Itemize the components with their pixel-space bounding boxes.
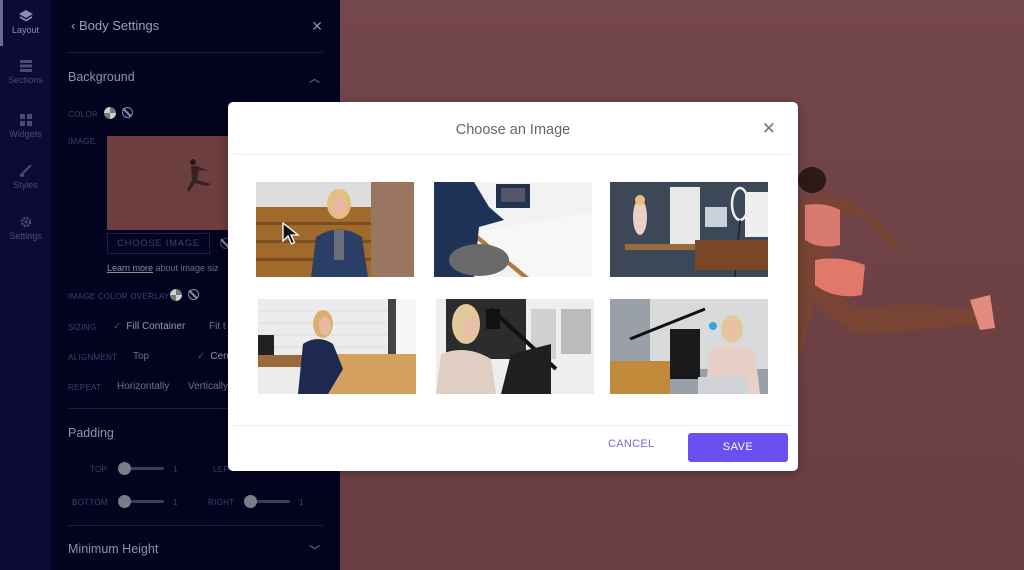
brush-icon (19, 165, 32, 177)
slider-thumb[interactable] (118, 462, 131, 475)
image-option-4[interactable] (258, 299, 416, 394)
save-button[interactable]: SAVE (688, 433, 788, 462)
section-divider (68, 525, 323, 526)
runner-thumbnail-icon (187, 159, 211, 192)
mouse-cursor-icon (282, 222, 300, 245)
cancel-button[interactable]: CANCEL (608, 438, 654, 450)
padding-section-title: Padding (68, 426, 114, 440)
image-option-3[interactable] (610, 182, 768, 277)
background-image-preview[interactable] (107, 136, 237, 230)
rail-item-widgets[interactable]: Widgets (0, 114, 51, 139)
image-option-2[interactable] (434, 182, 592, 277)
learn-more-text: Learn more about image siz (107, 263, 219, 273)
image-thumbnail-3 (610, 182, 768, 277)
sizing-option-fill[interactable]: ✓ Fill Container (113, 321, 185, 332)
image-thumbnail-4 (258, 299, 416, 394)
runner-background-image (790, 167, 995, 360)
padding-bottom-value: 1 (173, 498, 178, 507)
slider-thumb[interactable] (244, 495, 257, 508)
alignment-option-center[interactable]: ✓ Cen (197, 351, 229, 362)
learn-more-link[interactable]: Learn more (107, 263, 153, 273)
image-thumbnail-1 (256, 182, 414, 277)
repeat-option-horizontally[interactable]: Horizontally (117, 381, 169, 392)
padding-top-value: 1 (173, 465, 178, 474)
padding-right-value: 1 (299, 498, 304, 507)
color-picker-icon[interactable] (104, 107, 116, 119)
gear-icon (20, 216, 31, 228)
padding-top-slider[interactable] (118, 462, 164, 475)
padding-left-label: LEF (213, 465, 229, 474)
alignment-label: ALIGNMENT (68, 353, 118, 362)
choose-image-modal: Choose an Image ✕ CANCEL SAVE (228, 102, 798, 471)
sizing-option-fit[interactable]: Fit t (209, 321, 226, 332)
panel-header: ‹ Body Settings ✕ (68, 0, 323, 53)
padding-bottom-label: BOTTOM (72, 498, 108, 507)
minimum-height-section-title[interactable]: Minimum Height (68, 542, 158, 556)
no-color-icon[interactable] (122, 107, 133, 118)
color-label: COLOR (68, 110, 98, 119)
chevron-down-icon[interactable]: ﹀ (309, 542, 320, 558)
chevron-left-icon: ‹ (71, 18, 79, 33)
repeat-option-vertically[interactable]: Vertically (188, 381, 228, 392)
rail-item-settings[interactable]: Settings (0, 216, 51, 241)
modal-footer-divider (234, 425, 792, 426)
overlay-color-picker-icon[interactable] (170, 289, 182, 301)
image-thumbnail-2 (434, 182, 592, 277)
check-icon: ✓ (113, 321, 122, 332)
padding-top-label: TOP (90, 465, 108, 474)
sections-icon (19, 60, 32, 72)
rail-item-layout[interactable]: Layout (0, 10, 51, 35)
tool-rail: Layout Sections Widgets Styles Settings (0, 0, 51, 570)
rail-item-styles[interactable]: Styles (0, 165, 51, 190)
modal-header-divider (234, 154, 792, 155)
slider-thumb[interactable] (118, 495, 131, 508)
widgets-icon (19, 114, 32, 126)
image-label: IMAGE (68, 137, 96, 146)
background-section-title[interactable]: Background (68, 70, 135, 84)
overlay-none-icon[interactable] (188, 289, 199, 300)
modal-title: Choose an Image (455, 122, 571, 138)
image-option-1[interactable] (256, 182, 414, 277)
alignment-option-top[interactable]: Top (133, 351, 149, 362)
layers-icon (18, 10, 33, 22)
image-option-5[interactable] (436, 299, 594, 394)
padding-right-slider[interactable] (244, 495, 290, 508)
panel-title: Body Settings (78, 18, 160, 33)
image-thumbnail-5 (436, 299, 594, 394)
padding-bottom-slider[interactable] (118, 495, 164, 508)
image-thumbnail-6 (610, 299, 768, 394)
choose-image-button[interactable]: CHOOSE IMAGE (107, 233, 210, 254)
repeat-label: REPEAT (68, 383, 102, 392)
sizing-label: SIZING (68, 323, 97, 332)
chevron-up-icon[interactable]: ︿ (309, 70, 320, 86)
check-icon: ✓ (197, 351, 206, 362)
padding-right-label: RIGHT (208, 498, 235, 507)
rail-item-sections[interactable]: Sections (0, 60, 51, 85)
image-option-6[interactable] (610, 299, 768, 394)
close-icon[interactable]: ✕ (311, 18, 323, 35)
overlay-label: IMAGE COLOR OVERLAY (68, 292, 170, 301)
close-icon[interactable]: ✕ (762, 119, 776, 139)
back-button[interactable]: ‹ Body Settings (71, 18, 159, 33)
